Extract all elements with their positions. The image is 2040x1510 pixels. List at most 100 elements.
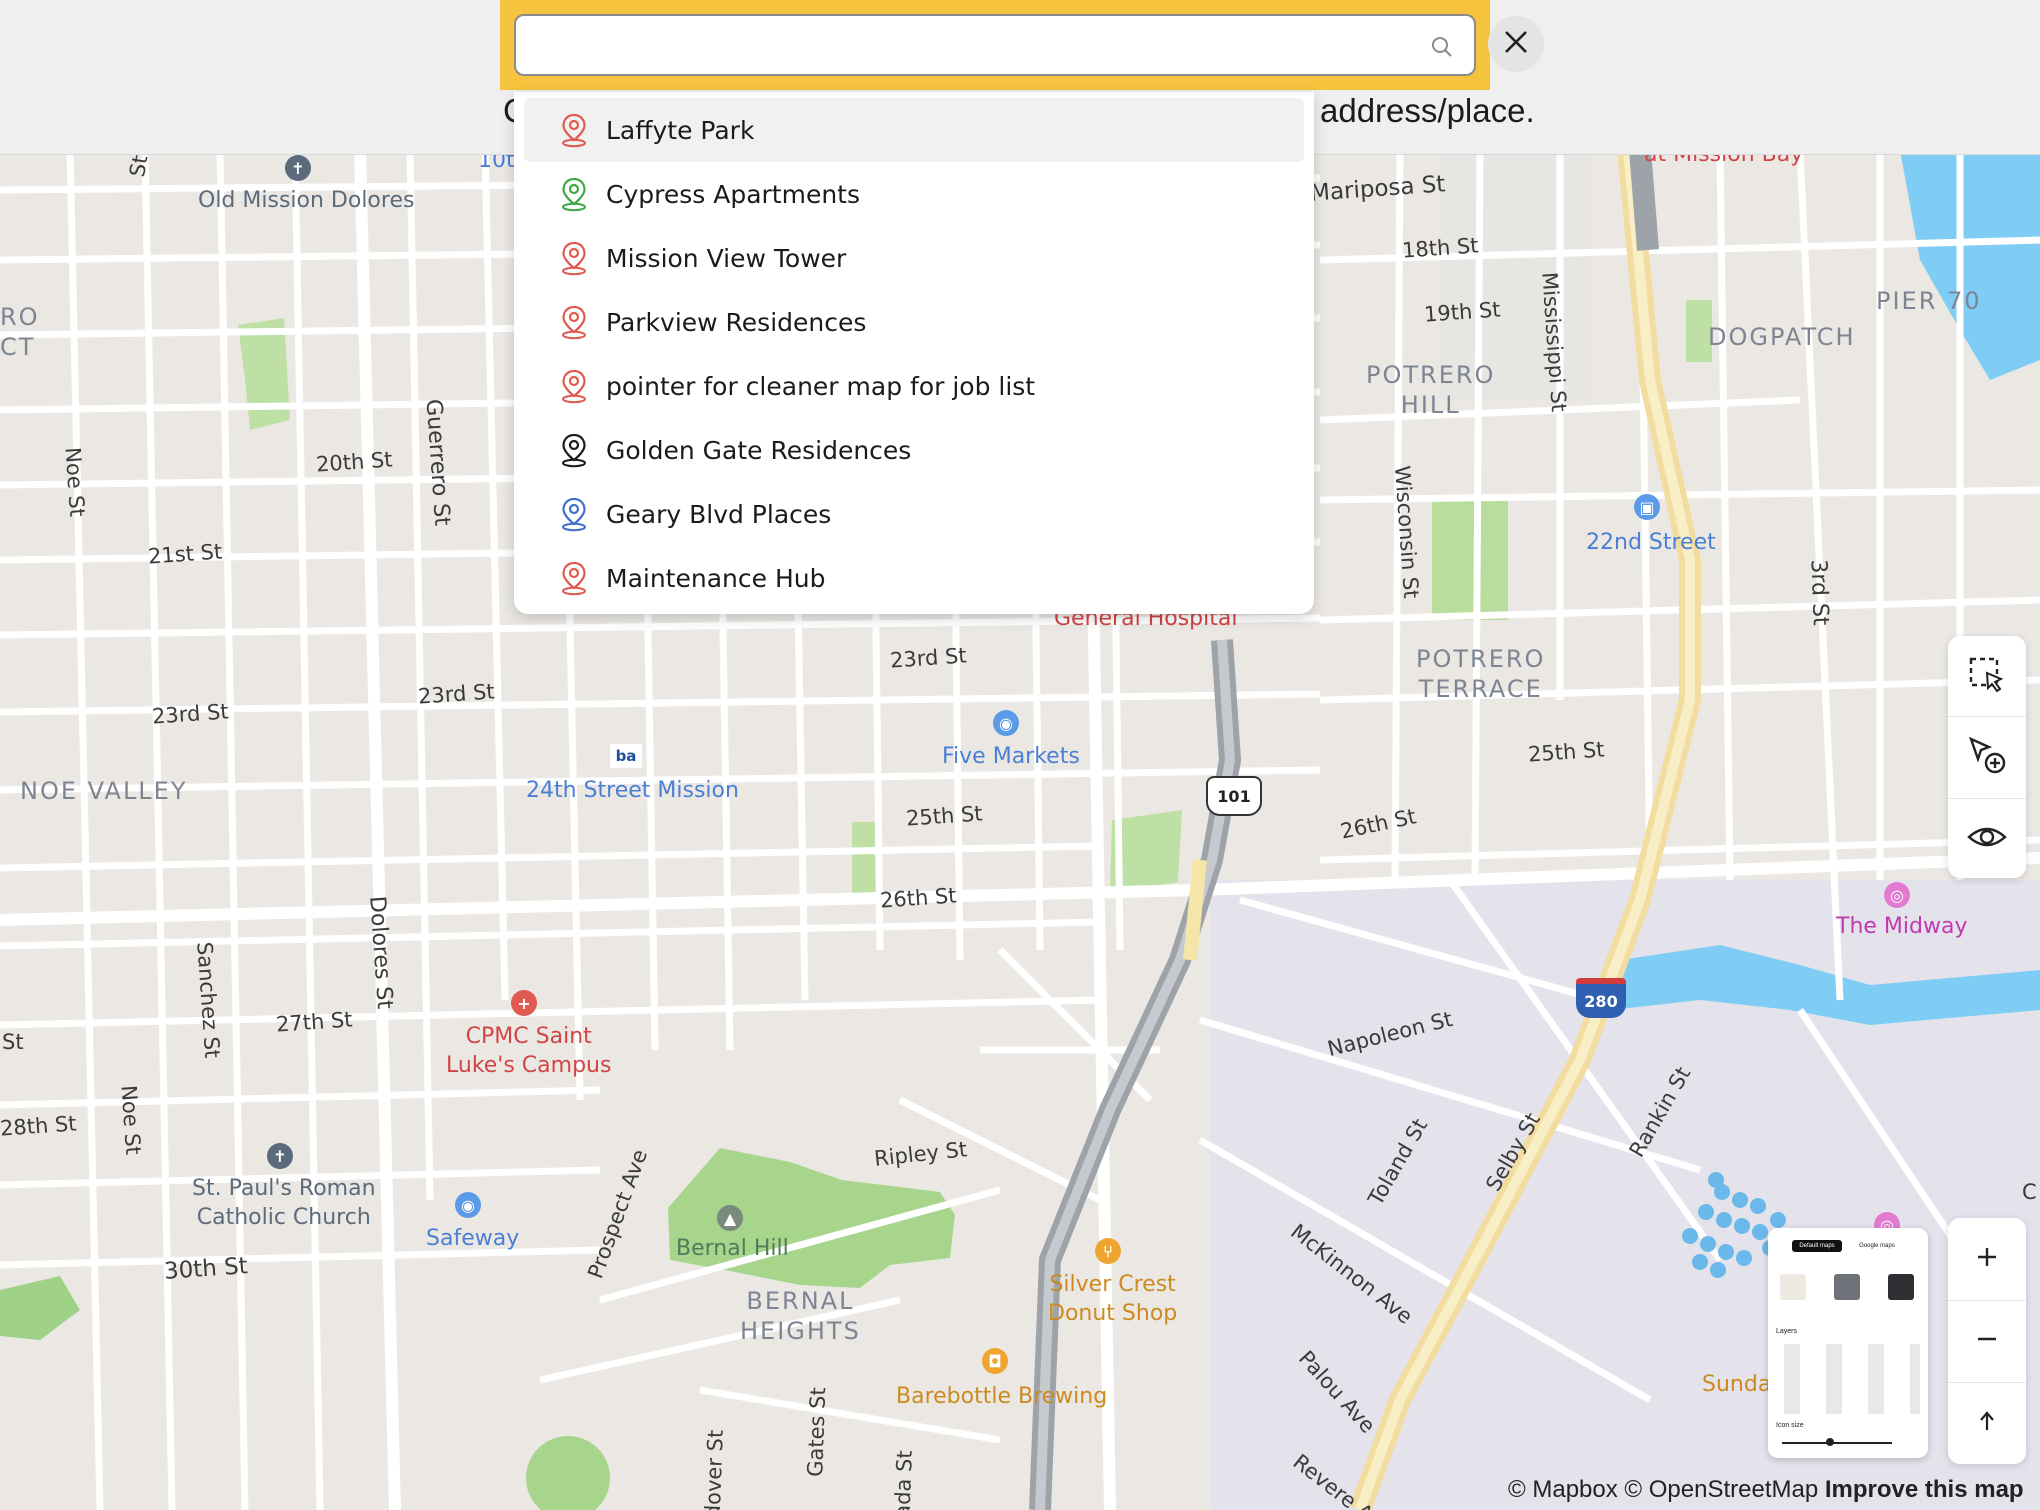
search-result-item[interactable]: Maintenance Hub bbox=[524, 546, 1304, 610]
close-search-button[interactable] bbox=[1488, 16, 1544, 72]
zoom-out-button[interactable] bbox=[1948, 1300, 2026, 1382]
layers-title: Layers bbox=[1776, 1328, 1798, 1335]
add-pointer-button[interactable] bbox=[1948, 716, 2026, 798]
district-label: DOGPATCH bbox=[1708, 323, 1856, 351]
minus-icon bbox=[1976, 1328, 1998, 1355]
i280-shield: 280 bbox=[1576, 978, 1626, 1018]
bart-icon: ba bbox=[610, 744, 642, 768]
poi-label: PIER 70 bbox=[1876, 287, 1982, 315]
poi-label: 22nd Street bbox=[1586, 530, 1716, 555]
reset-north-button[interactable] bbox=[1948, 1382, 2026, 1464]
district-label: POTRERO HILL bbox=[1366, 361, 1496, 419]
district-label: POTRERO TERRACE bbox=[1416, 645, 1546, 703]
arrow-up-icon bbox=[1976, 1410, 1998, 1437]
eye-icon bbox=[1967, 817, 2007, 862]
train-icon: ▣ bbox=[1634, 494, 1660, 520]
district-label: BERNAL HEIGHTS bbox=[740, 1287, 861, 1345]
map-layers-panel[interactable]: Default maps Google maps Layers Icon siz… bbox=[1768, 1228, 1928, 1458]
shopping-icon: ◉ bbox=[455, 1192, 481, 1218]
improve-map-link[interactable]: Improve this map bbox=[1825, 1476, 2024, 1503]
search-result-item[interactable]: Cypress Apartments bbox=[524, 162, 1304, 226]
search-result-label: Geary Blvd Places bbox=[606, 499, 832, 529]
bar-icon: ◘ bbox=[982, 1348, 1008, 1374]
mountain-icon: ▲ bbox=[717, 1205, 743, 1231]
street-label: St bbox=[125, 153, 153, 179]
search-result-label: pointer for cleaner map for job list bbox=[606, 371, 1036, 401]
poi-label: Five Markets bbox=[942, 744, 1080, 769]
poi-label: Silver Crest Donut Shop bbox=[1048, 1272, 1178, 1326]
shopping-icon: ◉ bbox=[993, 710, 1019, 736]
search-result-item[interactable]: Mission View Tower bbox=[524, 226, 1304, 290]
zoom-in-button[interactable] bbox=[1948, 1218, 2026, 1300]
zoom-controls bbox=[1948, 1218, 2026, 1464]
search-hint-text: address/place. bbox=[1320, 92, 1535, 129]
select-area-button[interactable] bbox=[1948, 636, 2026, 718]
search-result-item[interactable]: Golden Gate Residences bbox=[524, 418, 1304, 482]
location-pin-icon bbox=[554, 432, 594, 468]
poi-label: St. Paul's Roman Catholic Church bbox=[192, 1176, 376, 1230]
map-attribution: © Mapbox © OpenStreetMap Improve this ma… bbox=[1508, 1476, 2024, 1504]
location-pin-icon bbox=[554, 176, 594, 212]
search-icon[interactable] bbox=[1430, 35, 1454, 64]
search-result-label: Cypress Apartments bbox=[606, 179, 861, 209]
poi-label: Bernal Hill bbox=[676, 1236, 789, 1261]
street-label: 3rd St bbox=[1805, 558, 1833, 627]
church-icon: ✝ bbox=[285, 155, 311, 181]
close-icon bbox=[1502, 28, 1530, 61]
search-results-dropdown: Laffyte Park Cypress Apartments Mission Vi… bbox=[514, 92, 1314, 614]
street-label: Noe St bbox=[116, 1084, 146, 1156]
icon-size-title: Icon size bbox=[1776, 1422, 1804, 1429]
location-pin-icon bbox=[554, 560, 594, 596]
search-input[interactable] bbox=[532, 24, 1416, 70]
plus-icon bbox=[1976, 1246, 1998, 1273]
search-result-item[interactable]: Geary Blvd Places bbox=[524, 482, 1304, 546]
osm-link[interactable]: © OpenStreetMap bbox=[1624, 1476, 1818, 1503]
search-result-item[interactable]: Parkview Residences bbox=[524, 290, 1304, 354]
mapbox-link[interactable]: © Mapbox bbox=[1508, 1476, 1618, 1503]
location-pin-icon bbox=[554, 112, 594, 148]
search-result-label: Golden Gate Residences bbox=[606, 435, 912, 465]
hospital-icon: + bbox=[511, 990, 537, 1016]
restaurant-icon: ⑂ bbox=[1095, 1238, 1121, 1264]
location-pin-icon bbox=[554, 496, 594, 532]
search-result-label: Maintenance Hub bbox=[606, 563, 826, 593]
visibility-button[interactable] bbox=[1948, 798, 2026, 880]
slider-handle[interactable] bbox=[1826, 1438, 1834, 1446]
select-area-icon bbox=[1967, 655, 2007, 700]
style-thumb[interactable] bbox=[1888, 1274, 1914, 1300]
search-result-item[interactable]: pointer for cleaner map for job list bbox=[524, 354, 1304, 418]
location-pin-icon bbox=[554, 304, 594, 340]
street-label: dover St bbox=[700, 1429, 728, 1510]
poi-label: Barebottle Brewing bbox=[896, 1384, 1108, 1409]
search-result-label: Laffyte Park bbox=[606, 115, 755, 145]
style-thumb[interactable] bbox=[1834, 1274, 1860, 1300]
district-label: NOE VALLEY bbox=[20, 777, 188, 805]
poi-label: 24th Street Mission bbox=[526, 778, 739, 803]
poi-label: CPMC Saint Luke's Campus bbox=[446, 1024, 612, 1078]
search-result-label: Mission View Tower bbox=[606, 243, 847, 273]
map-tools-panel bbox=[1948, 636, 2026, 878]
street-label: C bbox=[2022, 1180, 2037, 1204]
search-box[interactable] bbox=[514, 14, 1476, 76]
church-icon: ✝ bbox=[267, 1143, 293, 1169]
layer-icons[interactable] bbox=[1776, 1344, 1920, 1414]
pointer-add-icon bbox=[1967, 735, 2007, 780]
street-label: Noe St bbox=[60, 446, 90, 518]
poi-label: Safeway bbox=[426, 1226, 520, 1251]
us101-shield: 101 bbox=[1206, 776, 1262, 816]
theatre-icon: ◎ bbox=[1884, 882, 1910, 908]
street-label: St bbox=[2, 1030, 24, 1054]
search-result-label: Parkview Residences bbox=[606, 307, 867, 337]
tab-google-maps[interactable]: Google maps bbox=[1852, 1240, 1902, 1252]
tab-default-maps[interactable]: Default maps bbox=[1792, 1240, 1842, 1252]
district-label: RO CT bbox=[0, 303, 40, 361]
poi-label: Old Mission Dolores bbox=[198, 188, 415, 213]
search-result-item[interactable]: Laffyte Park bbox=[524, 98, 1304, 162]
style-thumb[interactable] bbox=[1780, 1274, 1806, 1300]
icon-size-slider[interactable] bbox=[1782, 1442, 1892, 1444]
poi-label: Sunda bbox=[1702, 1372, 1772, 1397]
street-label: ada St bbox=[890, 1449, 917, 1510]
location-pin-icon bbox=[554, 368, 594, 404]
location-pin-icon bbox=[554, 240, 594, 276]
poi-label: The Midway bbox=[1836, 914, 1968, 939]
